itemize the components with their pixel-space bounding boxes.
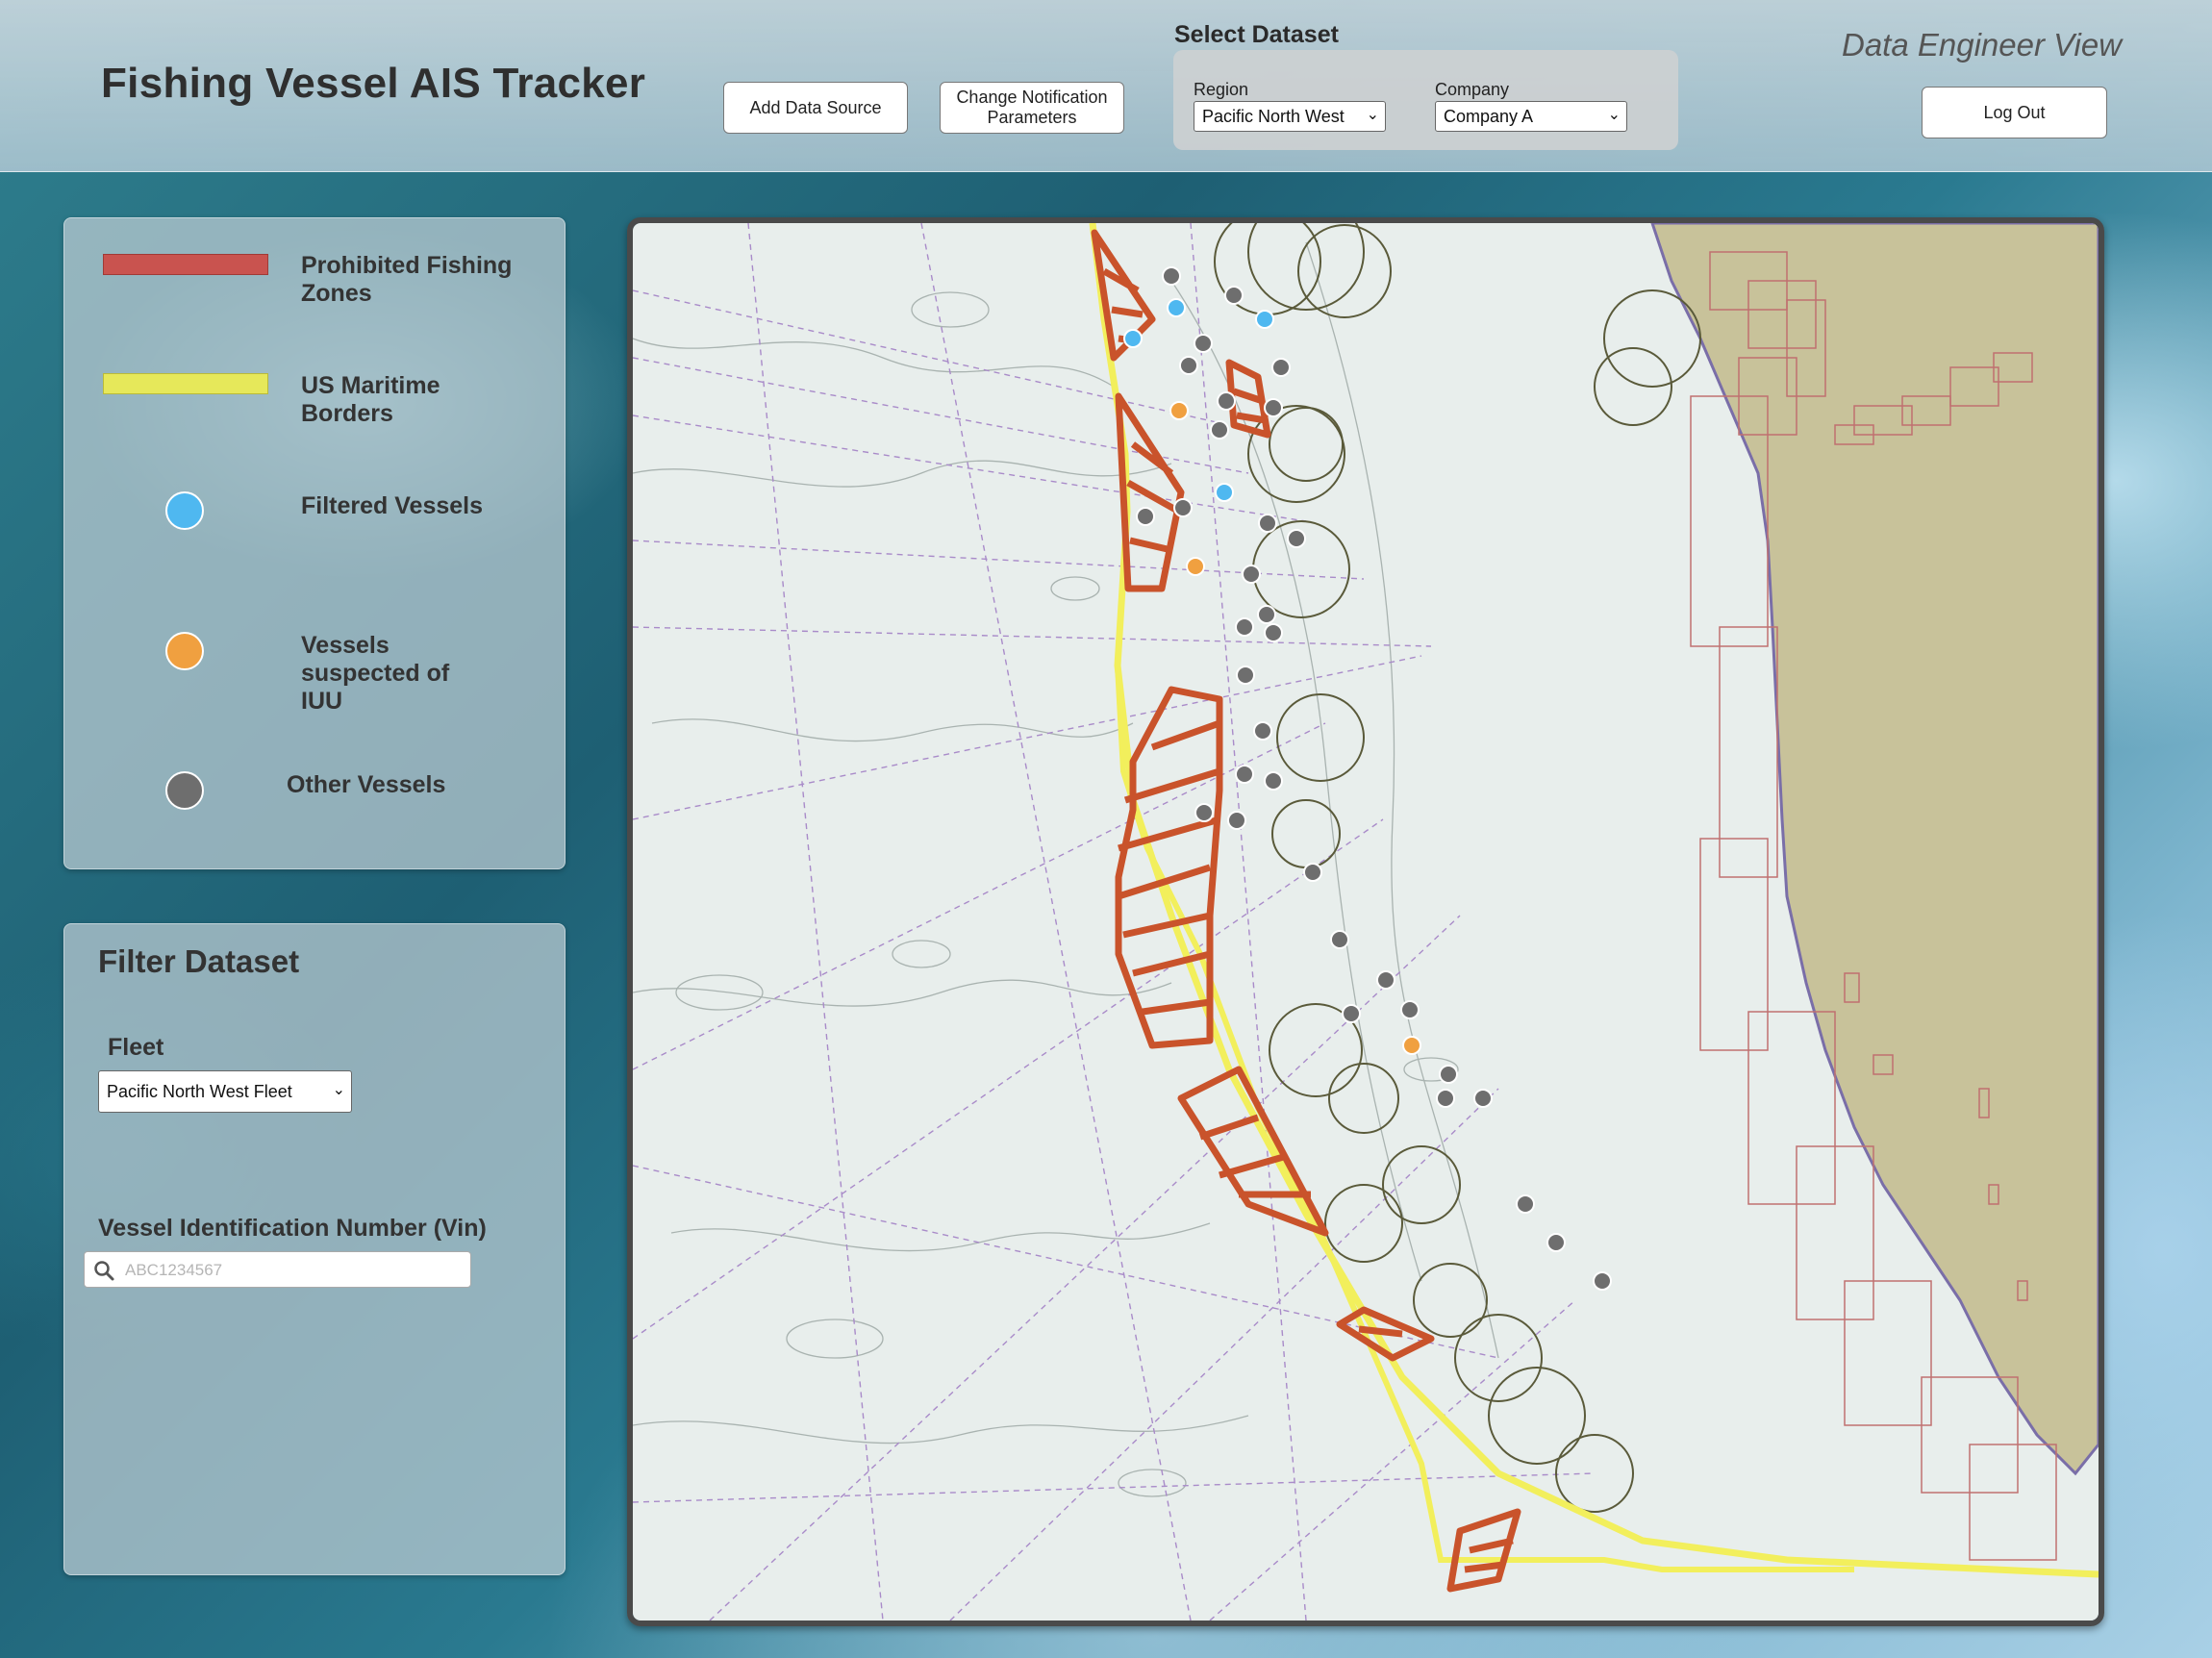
filter-title: Filter Dataset [98,943,300,979]
region-select[interactable]: Pacific North West ⌄ [1194,101,1386,132]
other-vessel-marker[interactable] [1258,514,1277,533]
other-vessel-marker[interactable] [1227,811,1246,830]
vin-search-field[interactable] [84,1251,471,1288]
legend-label-iuu-vessels: Vessels suspected of IUU [301,632,450,715]
other-vessel-marker[interactable] [1287,529,1306,548]
other-vessel-marker[interactable] [1264,398,1283,417]
other-vessel-marker[interactable] [1210,420,1229,440]
other-vessel-marker[interactable] [1162,266,1181,286]
other-vessel-marker[interactable] [1439,1065,1458,1084]
other-vessel-marker[interactable] [1264,623,1283,642]
dataset-selector: Region Pacific North West ⌄ Company Comp… [1173,50,1678,150]
other-vessel-marker[interactable] [1342,1004,1361,1023]
other-vessel-marker[interactable] [1473,1089,1493,1108]
add-data-source-button[interactable]: Add Data Source [723,82,908,134]
other-vessel-marker[interactable] [1194,334,1213,353]
select-dataset-label: Select Dataset [1174,21,1339,48]
map-canvas[interactable] [633,223,2099,1620]
other-vessel-dot-icon [165,771,204,810]
company-select[interactable]: Company A ⌄ [1435,101,1627,132]
region-label: Region [1194,80,1249,99]
other-vessel-marker[interactable] [1303,863,1322,882]
app-header: Fishing Vessel AIS Tracker Add Data Sour… [0,0,2212,172]
fleet-select-value: Pacific North West Fleet [107,1082,292,1101]
fleet-select[interactable]: Pacific North West Fleet ⌄ [98,1070,352,1113]
vin-search-input[interactable] [123,1258,454,1283]
maritime-border-swatch [103,373,268,394]
legend-label-filtered-vessels: Filtered Vessels [301,492,484,519]
view-label: Data Engineer View [1842,27,2123,63]
prohibited-zone-swatch [103,254,268,275]
other-vessel-marker[interactable] [1224,286,1244,305]
chevron-down-icon: ⌄ [1366,107,1379,123]
search-icon [94,1261,114,1281]
filtered-vessel-marker[interactable] [1215,483,1234,502]
other-vessel-marker[interactable] [1194,803,1214,822]
company-select-value: Company A [1444,107,1534,126]
legend-label-other-vessels: Other Vessels [287,771,446,798]
other-vessel-marker[interactable] [1179,356,1198,375]
other-vessel-marker[interactable] [1236,666,1255,685]
other-vessel-marker[interactable] [1242,565,1261,584]
legend-label-prohibited-zones: Prohibited Fishing Zones [301,252,513,307]
other-vessel-marker[interactable] [1271,358,1291,377]
filtered-vessel-marker[interactable] [1123,329,1143,348]
change-notification-parameters-button[interactable]: Change Notification Parameters [940,82,1124,134]
vin-label: Vessel Identification Number (Vin) [98,1215,487,1242]
filtered-vessel-dot-icon [165,491,204,530]
app-title: Fishing Vessel AIS Tracker [101,60,646,107]
other-vessel-marker[interactable] [1173,498,1193,517]
company-label: Company [1435,80,1510,99]
legend-label-maritime-borders: US Maritime Borders [301,372,440,427]
iuu-vessel-marker[interactable] [1169,401,1189,420]
filter-panel: Filter Dataset Fleet Pacific North West … [63,923,566,1575]
legend-panel: Prohibited Fishing Zones US Maritime Bor… [63,217,566,869]
region-select-value: Pacific North West [1202,107,1345,126]
other-vessel-marker[interactable] [1264,771,1283,791]
iuu-vessel-dot-icon [165,632,204,670]
nautical-chart-map[interactable] [627,217,2104,1626]
log-out-button[interactable]: Log Out [1922,87,2107,138]
filtered-vessel-marker[interactable] [1167,298,1186,317]
fleet-label: Fleet [108,1034,164,1061]
iuu-vessel-marker[interactable] [1402,1036,1421,1055]
other-vessel-marker[interactable] [1436,1089,1455,1108]
other-vessel-marker[interactable] [1235,765,1254,784]
other-vessel-marker[interactable] [1330,930,1349,949]
filtered-vessel-marker[interactable] [1255,310,1274,329]
chevron-down-icon: ⌄ [332,1082,345,1098]
other-vessel-marker[interactable] [1253,721,1272,741]
chevron-down-icon: ⌄ [1607,107,1621,123]
other-vessel-marker[interactable] [1217,391,1236,411]
other-vessel-marker[interactable] [1376,970,1395,990]
iuu-vessel-marker[interactable] [1186,557,1205,576]
other-vessel-marker[interactable] [1593,1271,1612,1291]
other-vessel-marker[interactable] [1516,1194,1535,1214]
other-vessel-marker[interactable] [1400,1000,1420,1019]
other-vessel-marker[interactable] [1136,507,1155,526]
other-vessel-marker[interactable] [1546,1233,1566,1252]
other-vessel-marker[interactable] [1235,617,1254,637]
other-vessel-marker[interactable] [1257,605,1276,624]
